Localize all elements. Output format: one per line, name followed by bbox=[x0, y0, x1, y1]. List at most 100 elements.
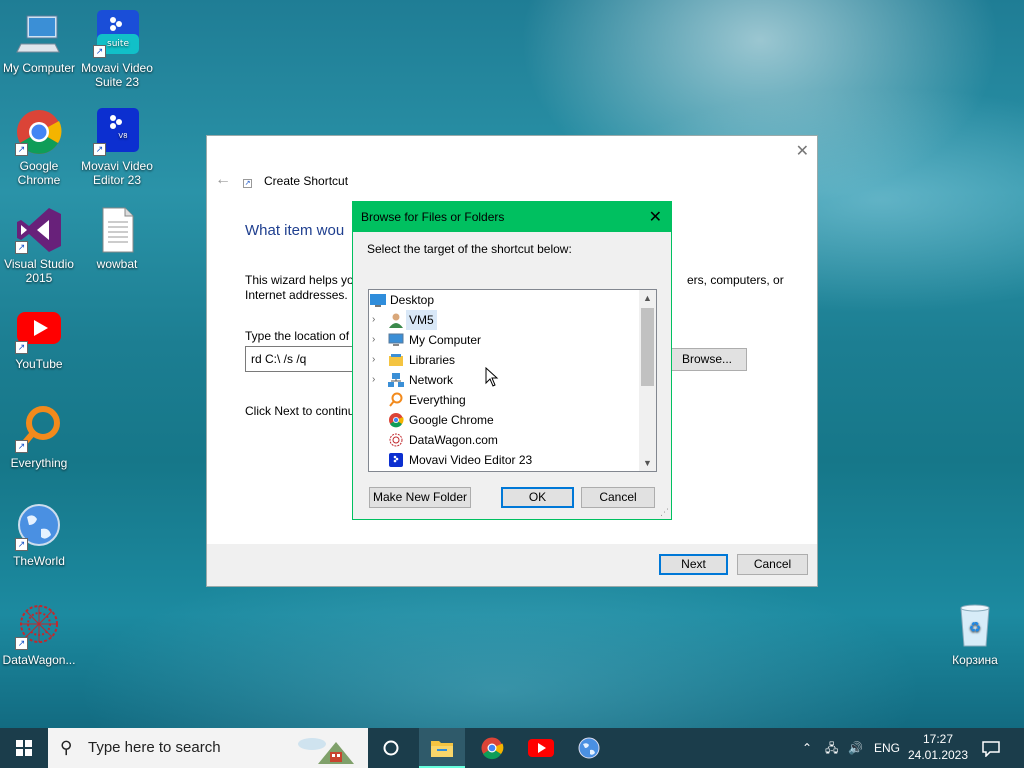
folder-tree[interactable]: Desktop › VM5 › My Computer › Libraries … bbox=[368, 289, 657, 472]
youtube-icon bbox=[528, 739, 554, 757]
windows-logo-icon bbox=[16, 740, 32, 756]
chevron-right-icon[interactable]: › bbox=[372, 370, 382, 390]
taskbar: ⚲ Type here to search ⌃ 🖧 🔊 ENG 17:27 24… bbox=[0, 728, 1024, 768]
clock-time: 17:27 bbox=[922, 732, 954, 746]
tree-item-my-computer[interactable]: › My Computer bbox=[369, 330, 639, 350]
task-view-button[interactable] bbox=[368, 728, 414, 768]
globe-icon bbox=[578, 737, 600, 759]
taskbar-file-explorer[interactable] bbox=[419, 728, 465, 768]
wizard-title: Create Shortcut bbox=[264, 174, 349, 188]
movavi-icon bbox=[389, 453, 403, 467]
taskbar-youtube[interactable] bbox=[518, 728, 564, 768]
browse-prompt: Select the target of the shortcut below: bbox=[367, 242, 572, 256]
shortcut-arrow-icon: ↗ bbox=[15, 241, 28, 254]
desktop-icon-label: 2015 bbox=[25, 271, 53, 285]
visual-studio-icon: ↗ bbox=[15, 206, 63, 254]
chevron-right-icon[interactable]: › bbox=[372, 330, 382, 350]
cortana-circle-icon bbox=[383, 740, 399, 756]
next-hint: Click Next to continu bbox=[245, 404, 355, 418]
desktop-icon-everything[interactable]: ↗ Everything bbox=[0, 405, 78, 470]
desktop-icon-label: Movavi Video bbox=[81, 159, 153, 173]
volume-tray-icon[interactable]: 🔊 bbox=[848, 728, 863, 768]
tree-item-google-chrome[interactable]: Google Chrome bbox=[369, 410, 639, 430]
clock[interactable]: 17:27 24.01.2023 bbox=[900, 731, 976, 763]
wizard-cancel-button[interactable]: Cancel bbox=[737, 554, 808, 575]
globe-icon: ↗ bbox=[15, 503, 63, 551]
desktop-icon-movavi-suite[interactable]: suite ↗ Movavi Video Suite 23 bbox=[78, 10, 156, 89]
browse-dialog: Browse for Files or Folders ✕ Select the… bbox=[352, 201, 672, 520]
make-new-folder-button[interactable]: Make New Folder bbox=[369, 487, 471, 508]
ok-button[interactable]: OK bbox=[501, 487, 574, 508]
desktop-icon-visual-studio[interactable]: ↗ Visual Studio 2015 bbox=[0, 206, 78, 285]
browse-cancel-button[interactable]: Cancel bbox=[581, 487, 655, 508]
tree-item-datawagon[interactable]: DataWagon.com bbox=[369, 430, 639, 450]
youtube-icon: ↗ bbox=[15, 306, 63, 354]
tree-item-label: Google Chrome bbox=[409, 413, 494, 427]
tree-item-libraries[interactable]: › Libraries bbox=[369, 350, 639, 370]
next-button[interactable]: Next bbox=[659, 554, 728, 575]
scroll-up-icon[interactable]: ▲ bbox=[639, 290, 656, 306]
desktop-icon-datawagon[interactable]: ↗ DataWagon... bbox=[0, 602, 78, 667]
tree-item-movavi-editor[interactable]: Movavi Video Editor 23 bbox=[369, 450, 639, 470]
movavi-editor-icon: V8 ↗ bbox=[93, 108, 141, 156]
notifications-button[interactable] bbox=[982, 728, 1002, 768]
desktop-icon-recycle-bin[interactable]: ♻ Корзина bbox=[936, 602, 1014, 667]
tree-item-everything[interactable]: Everything bbox=[369, 390, 639, 410]
browse-dialog-title: Browse for Files or Folders bbox=[361, 210, 505, 224]
tree-item-label: Movavi Video Editor 23 bbox=[409, 453, 533, 467]
scroll-down-icon[interactable]: ▼ bbox=[639, 455, 656, 471]
chevron-right-icon[interactable]: › bbox=[372, 310, 382, 330]
chrome-icon: ↗ bbox=[15, 108, 63, 156]
chevron-up-icon: ⌃ bbox=[802, 741, 813, 755]
desktop-icon-google-chrome[interactable]: ↗ Google Chrome bbox=[0, 108, 78, 187]
network-icon: 🖧 bbox=[825, 741, 839, 755]
tree-item-label: VM5 bbox=[406, 310, 437, 330]
shortcut-arrow-icon: ↗ bbox=[15, 143, 28, 156]
close-icon[interactable]: ✕ bbox=[649, 207, 662, 227]
chevron-right-icon[interactable]: › bbox=[372, 350, 382, 370]
taskbar-search-box[interactable]: ⚲ Type here to search bbox=[48, 728, 368, 768]
tree-item-vm5[interactable]: › VM5 bbox=[369, 310, 639, 330]
library-icon bbox=[389, 354, 403, 366]
close-icon[interactable]: ✕ bbox=[796, 141, 809, 161]
taskbar-theworld[interactable] bbox=[566, 728, 612, 768]
language-indicator[interactable]: ENG bbox=[874, 728, 900, 768]
taskbar-chrome[interactable] bbox=[469, 728, 515, 768]
tree-item-label: Everything bbox=[409, 393, 466, 407]
tree-item-label: Libraries bbox=[409, 353, 456, 367]
speaker-icon: 🔊 bbox=[848, 741, 863, 755]
desktop-icon-youtube[interactable]: ↗ YouTube bbox=[0, 306, 78, 371]
tree-item-network[interactable]: › Network bbox=[369, 370, 639, 390]
desktop-icon-wowbat[interactable]: wowbat bbox=[78, 206, 156, 271]
desktop-icon-my-computer[interactable]: My Computer bbox=[0, 10, 78, 75]
network-icon bbox=[388, 373, 404, 387]
back-arrow-icon[interactable]: ← bbox=[215, 171, 231, 189]
recycle-bin-icon: ♻ bbox=[951, 602, 999, 650]
desktop-icon-label: Chrome bbox=[17, 173, 61, 187]
text-file-icon bbox=[93, 206, 141, 254]
resize-grip-icon[interactable]: ⋰ bbox=[660, 507, 669, 518]
start-button[interactable] bbox=[0, 728, 48, 768]
svg-text:suite: suite bbox=[107, 39, 129, 49]
tree-item-label: DataWagon.com bbox=[409, 433, 498, 447]
shortcut-arrow-icon: ↗ bbox=[93, 143, 106, 156]
desktop-icon bbox=[370, 294, 386, 307]
tree-item-desktop[interactable]: Desktop bbox=[369, 290, 639, 310]
user-icon bbox=[389, 313, 403, 328]
mouse-cursor-icon bbox=[485, 367, 499, 387]
desktop-icon-label: Visual Studio bbox=[4, 257, 74, 271]
desktop-icon-label: TheWorld bbox=[13, 554, 65, 568]
browse-button[interactable]: Browse... bbox=[667, 348, 747, 371]
everything-icon bbox=[389, 392, 403, 407]
desktop-icon-movavi-editor[interactable]: V8 ↗ Movavi Video Editor 23 bbox=[78, 108, 156, 187]
computer-icon bbox=[388, 333, 404, 346]
tree-scrollbar[interactable]: ▲ ▼ bbox=[639, 290, 656, 471]
desktop-icon-label: Movavi Video bbox=[81, 61, 153, 75]
search-placeholder: Type here to search bbox=[88, 739, 221, 756]
desktop-icon-theworld[interactable]: ↗ TheWorld bbox=[0, 503, 78, 568]
desktop-icon-label: wowbat bbox=[96, 257, 138, 271]
network-tray-icon[interactable]: 🖧 bbox=[825, 728, 838, 768]
scroll-thumb[interactable] bbox=[641, 308, 654, 386]
show-hidden-icons[interactable]: ⌃ bbox=[802, 728, 812, 768]
computer-icon bbox=[15, 10, 63, 58]
